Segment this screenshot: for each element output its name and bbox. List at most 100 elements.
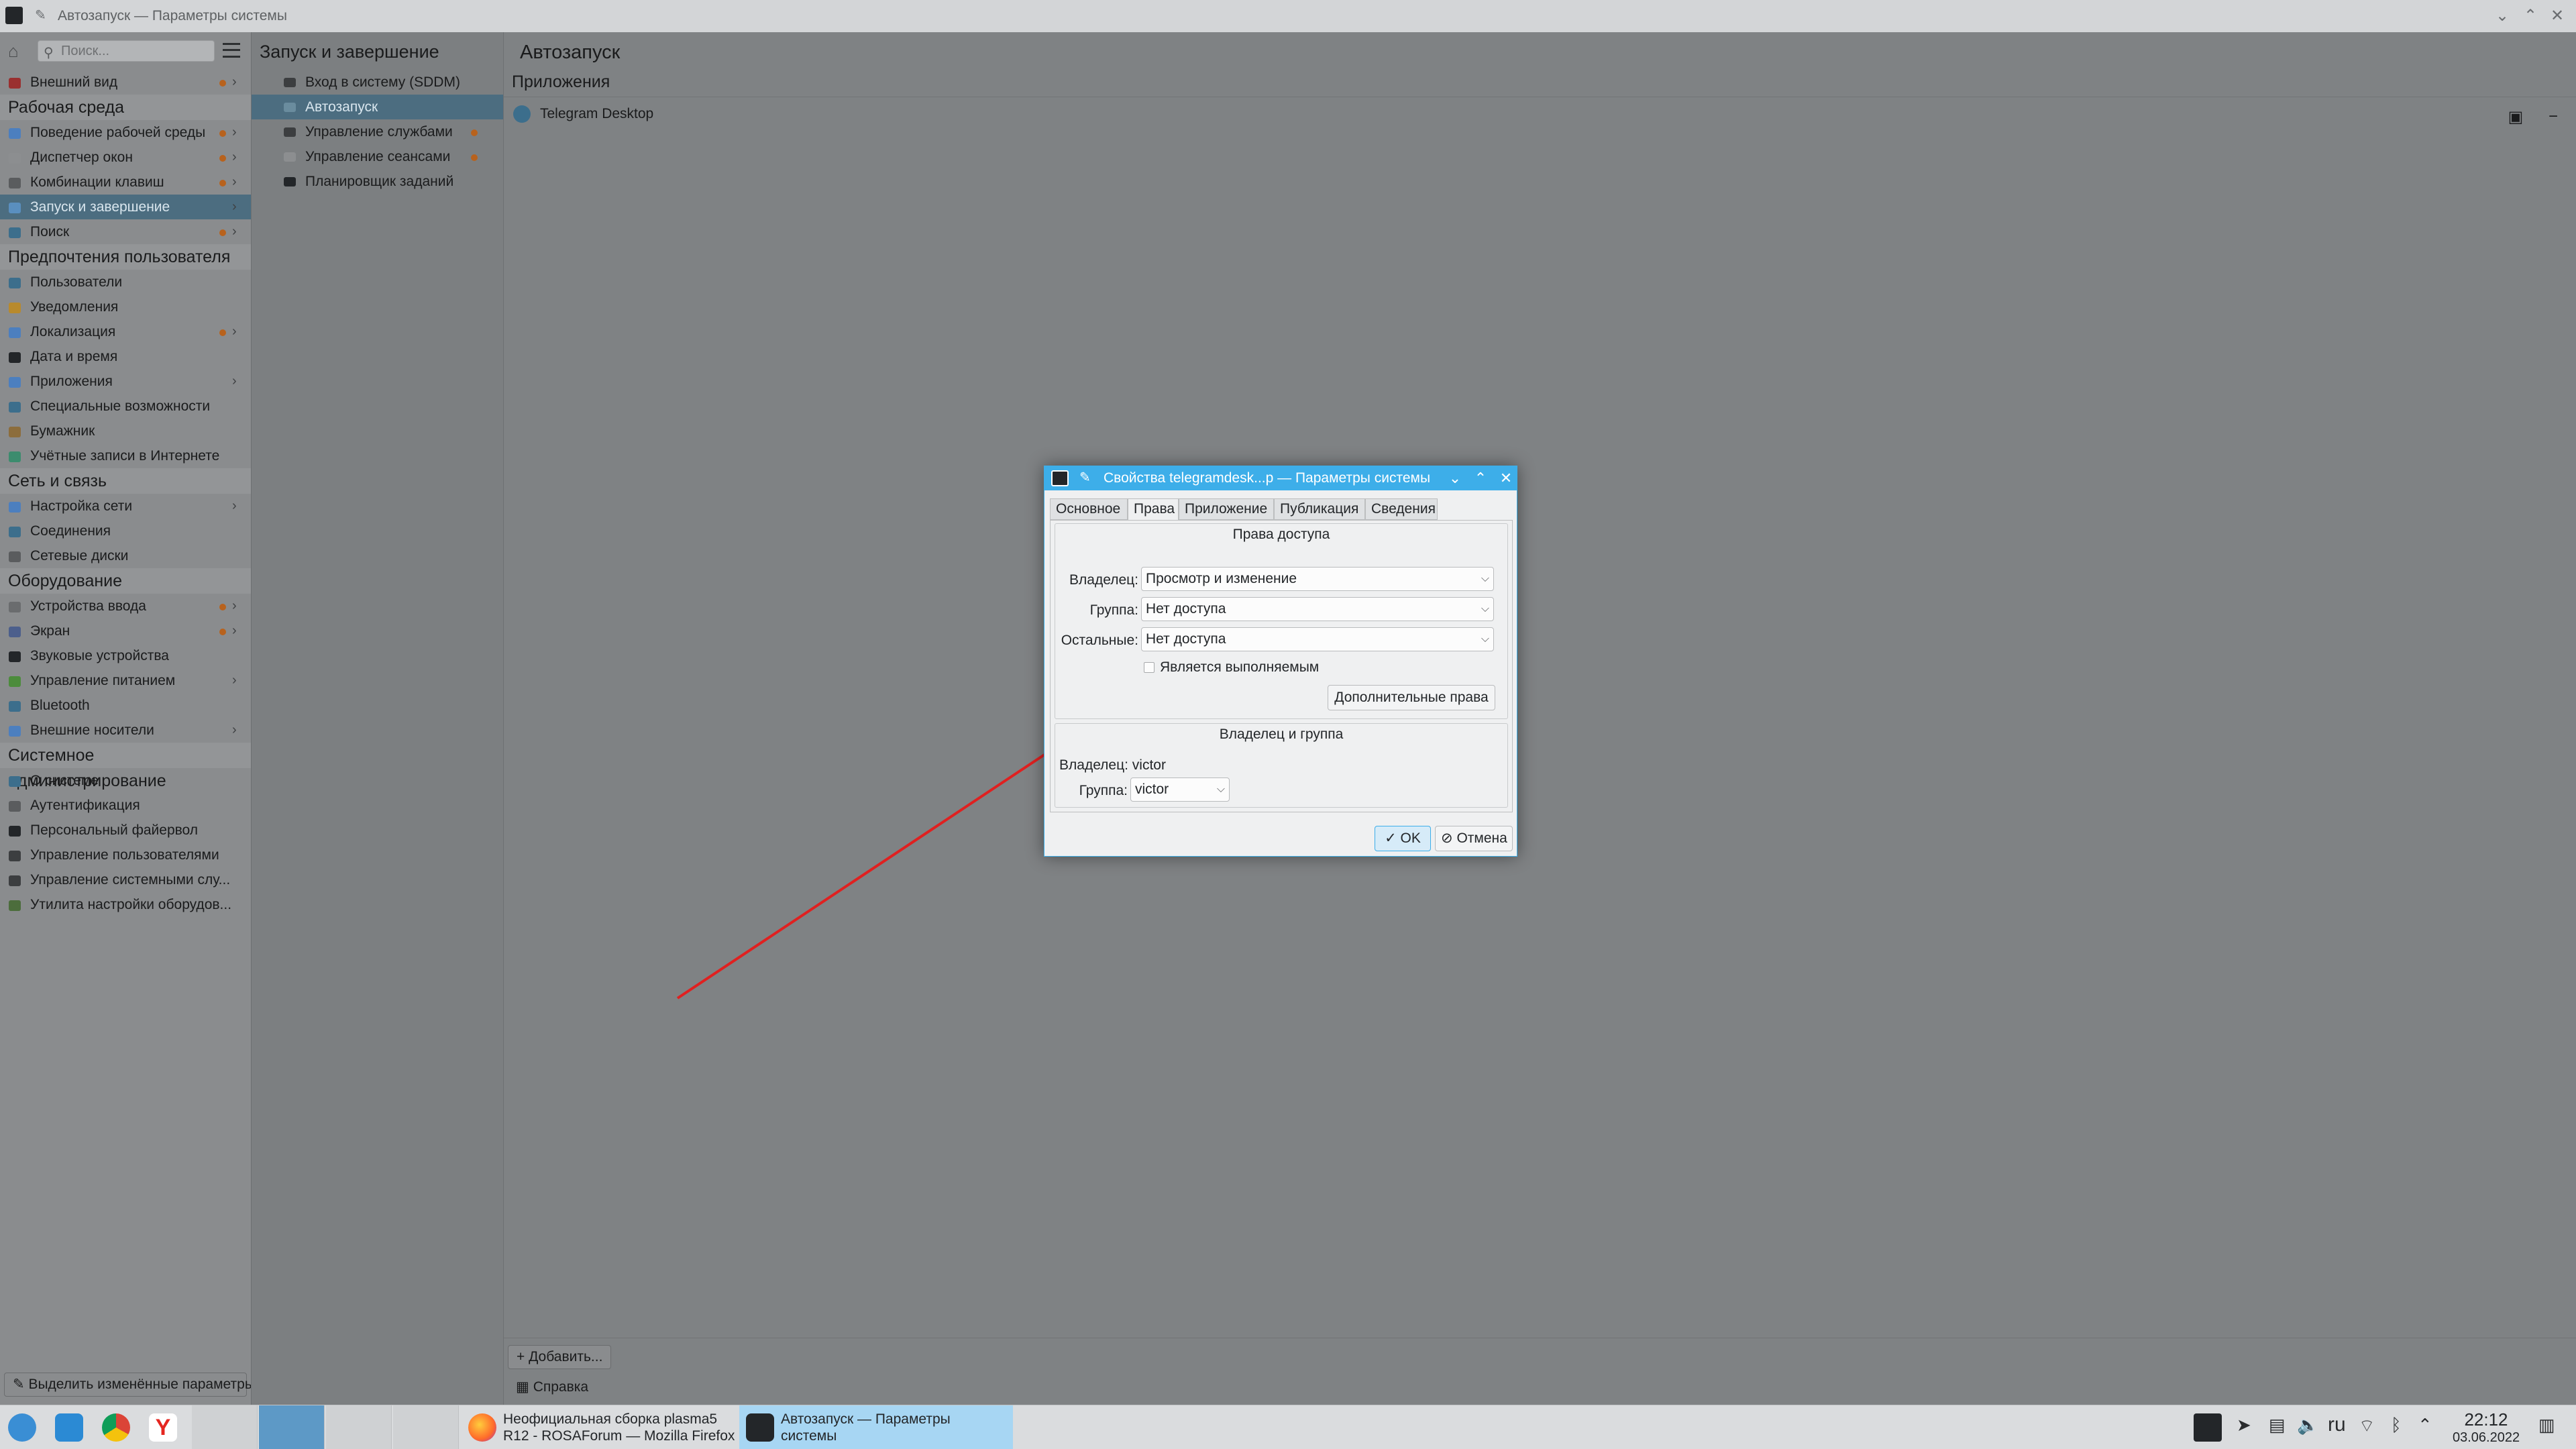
tab-application[interactable]: Приложение	[1179, 498, 1274, 520]
section-title: Приложения	[512, 72, 610, 91]
sidebar-item-icon	[9, 153, 21, 164]
sidebar-item[interactable]: Управление системными слу...	[0, 867, 251, 892]
cancel-button[interactable]: ⊘ Отмена	[1435, 826, 1513, 851]
sidebar-item[interactable]: Уведомления	[0, 294, 251, 319]
wifi-icon[interactable]: ⌔	[2359, 1415, 2375, 1437]
executable-label[interactable]: Является выполняемым	[1160, 659, 1319, 676]
others-access-select[interactable]: Нет доступа ⌵	[1141, 627, 1494, 651]
virtual-desktop-1[interactable]	[192, 1405, 258, 1449]
tab-sharing[interactable]: Публикация	[1274, 498, 1365, 520]
sidebar-item-label: Настройка сети	[30, 498, 133, 514]
ok-button[interactable]: ✓ OK	[1375, 826, 1431, 851]
sidebar-item[interactable]: Аутентификация	[0, 793, 251, 818]
subcategory-item[interactable]: Планировщик заданий	[252, 169, 504, 194]
page-title: Автозапуск	[520, 42, 621, 63]
chevron-right-icon: ›	[232, 623, 237, 638]
sidebar-item[interactable]: Звуковые устройства	[0, 643, 251, 668]
sidebar-item-label: Персональный файервол	[30, 822, 199, 838]
sidebar-category: Предпочтения пользователя	[0, 244, 251, 270]
sidebar-item-label: Экран	[30, 623, 70, 639]
dialog-minimize-button[interactable]: ⌄	[1446, 468, 1464, 489]
dialog-close-button[interactable]: ✕	[1497, 468, 1515, 489]
owner-access-select[interactable]: Просмотр и изменение ⌵	[1141, 567, 1494, 591]
sidebar-item[interactable]: Приложения ›	[0, 369, 251, 394]
sidebar-item[interactable]: О системе	[0, 768, 251, 793]
sidebar-item[interactable]: Устройства ввода ›	[0, 594, 251, 619]
bluetooth-icon[interactable]: ᛒ	[2391, 1415, 2402, 1436]
sidebar-item[interactable]: Бумажник	[0, 419, 251, 443]
group-select[interactable]: victor ⌵	[1130, 777, 1230, 802]
taskbar-task-firefox[interactable]: Неофициальная сборка plasma5 R12 - ROSAFo…	[462, 1405, 738, 1449]
app-icon[interactable]	[5, 7, 23, 24]
virtual-desktop-4[interactable]	[393, 1405, 459, 1449]
sidebar-item[interactable]: Поиск ›	[0, 219, 251, 244]
sidebar-item-icon	[9, 851, 21, 861]
subcategory-item[interactable]: Управление службами	[252, 119, 504, 144]
clock-time: 22:12	[2464, 1409, 2508, 1430]
tab-permissions[interactable]: Права	[1128, 498, 1179, 521]
telegram-tray-icon[interactable]: ➤	[2237, 1415, 2251, 1436]
help-button[interactable]: ▦ Справка	[508, 1376, 596, 1400]
taskbar-task-label: Неофициальная сборка plasma5 R12 - ROSAFo…	[503, 1411, 735, 1444]
volume-icon[interactable]: 🔈	[2297, 1415, 2318, 1436]
home-icon[interactable]: ⌂	[8, 42, 19, 60]
tray-settings-icon[interactable]	[2194, 1413, 2222, 1442]
highlight-changed-button[interactable]: ✎ Выделить изменённые параметры	[4, 1373, 255, 1397]
advanced-permissions-button[interactable]: Дополнительные права	[1328, 685, 1495, 710]
dialog-maximize-button[interactable]: ⌃	[1471, 468, 1490, 489]
sidebar-item[interactable]: Внешний вид ›	[0, 70, 251, 95]
sidebar-item[interactable]: Сетевые диски	[0, 543, 251, 568]
sidebar-item[interactable]: Поведение рабочей среды ›	[0, 120, 251, 145]
sidebar-item[interactable]: Экран ›	[0, 619, 251, 643]
sidebar-item[interactable]: Локализация ›	[0, 319, 251, 344]
remove-icon[interactable]: −	[2543, 107, 2563, 126]
chevron-right-icon: ›	[232, 673, 237, 688]
sidebar-item[interactable]: Дата и время	[0, 344, 251, 369]
subcategory-item[interactable]: Автозапуск	[252, 95, 504, 119]
executable-checkbox[interactable]	[1144, 662, 1155, 673]
sidebar-item[interactable]: Запуск и завершение ›	[0, 195, 251, 219]
virtual-desktop-3[interactable]	[326, 1405, 392, 1449]
sidebar-item[interactable]: Персональный файервол	[0, 818, 251, 843]
show-desktop-icon[interactable]: ▥	[2538, 1415, 2555, 1436]
taskbar-task-settings[interactable]: Автозапуск — Параметры системы	[739, 1405, 1013, 1449]
menu-icon[interactable]	[223, 43, 240, 58]
add-button[interactable]: + Добавить...	[508, 1345, 612, 1369]
tab-general[interactable]: Основное	[1050, 498, 1128, 520]
properties-icon[interactable]: ▣	[2506, 107, 2526, 126]
virtual-desktop-2[interactable]	[259, 1405, 325, 1449]
autostart-item[interactable]: Telegram Desktop	[513, 103, 653, 125]
sidebar-item[interactable]: Пользователи	[0, 270, 251, 294]
sidebar-item[interactable]: Bluetooth	[0, 693, 251, 718]
chrome-icon[interactable]	[102, 1413, 130, 1442]
close-button[interactable]: ✕	[2546, 5, 2568, 27]
sidebar-item[interactable]: Внешние носители ›	[0, 718, 251, 743]
subcategory-item[interactable]: Вход в систему (SDDM)	[252, 70, 504, 95]
clock[interactable]: 22:12 03.06.2022	[2453, 1409, 2520, 1446]
dialog-pin-icon[interactable]: ✎	[1079, 469, 1091, 486]
pin-icon[interactable]: ✎	[35, 7, 46, 23]
file-manager-icon[interactable]	[55, 1413, 83, 1442]
sidebar-item[interactable]: Учётные записи в Интернете	[0, 443, 251, 468]
keyboard-layout[interactable]: ru	[2328, 1413, 2346, 1436]
sidebar-item[interactable]: Управление пользователями	[0, 843, 251, 867]
clipboard-icon[interactable]: ▤	[2269, 1415, 2286, 1436]
sidebar-item[interactable]: Утилита настройки оборудов...	[0, 892, 251, 917]
sidebar-item[interactable]: Настройка сети ›	[0, 494, 251, 519]
sidebar-item[interactable]: Специальные возможности	[0, 394, 251, 419]
sidebar-item[interactable]: Диспетчер окон ›	[0, 145, 251, 170]
tray-expand-icon[interactable]: ⌃	[2418, 1415, 2432, 1436]
yandex-browser-icon[interactable]: Y	[149, 1413, 177, 1442]
sidebar-item-icon	[9, 128, 21, 139]
sidebar-item[interactable]: Комбинации клавиш ›	[0, 170, 251, 195]
app-launcher-icon[interactable]	[8, 1413, 36, 1442]
minimize-button[interactable]: ⌄	[2491, 5, 2513, 27]
sidebar-item[interactable]: Соединения	[0, 519, 251, 543]
sidebar-item[interactable]: Управление питанием ›	[0, 668, 251, 693]
group-access-select[interactable]: Нет доступа ⌵	[1141, 597, 1494, 621]
tab-details[interactable]: Сведения	[1365, 498, 1438, 520]
search-input[interactable]: ⚲ Поиск...	[38, 40, 215, 62]
sidebar-item-icon	[9, 651, 21, 662]
maximize-button[interactable]: ⌃	[2520, 5, 2541, 27]
subcategory-item[interactable]: Управление сеансами	[252, 144, 504, 169]
